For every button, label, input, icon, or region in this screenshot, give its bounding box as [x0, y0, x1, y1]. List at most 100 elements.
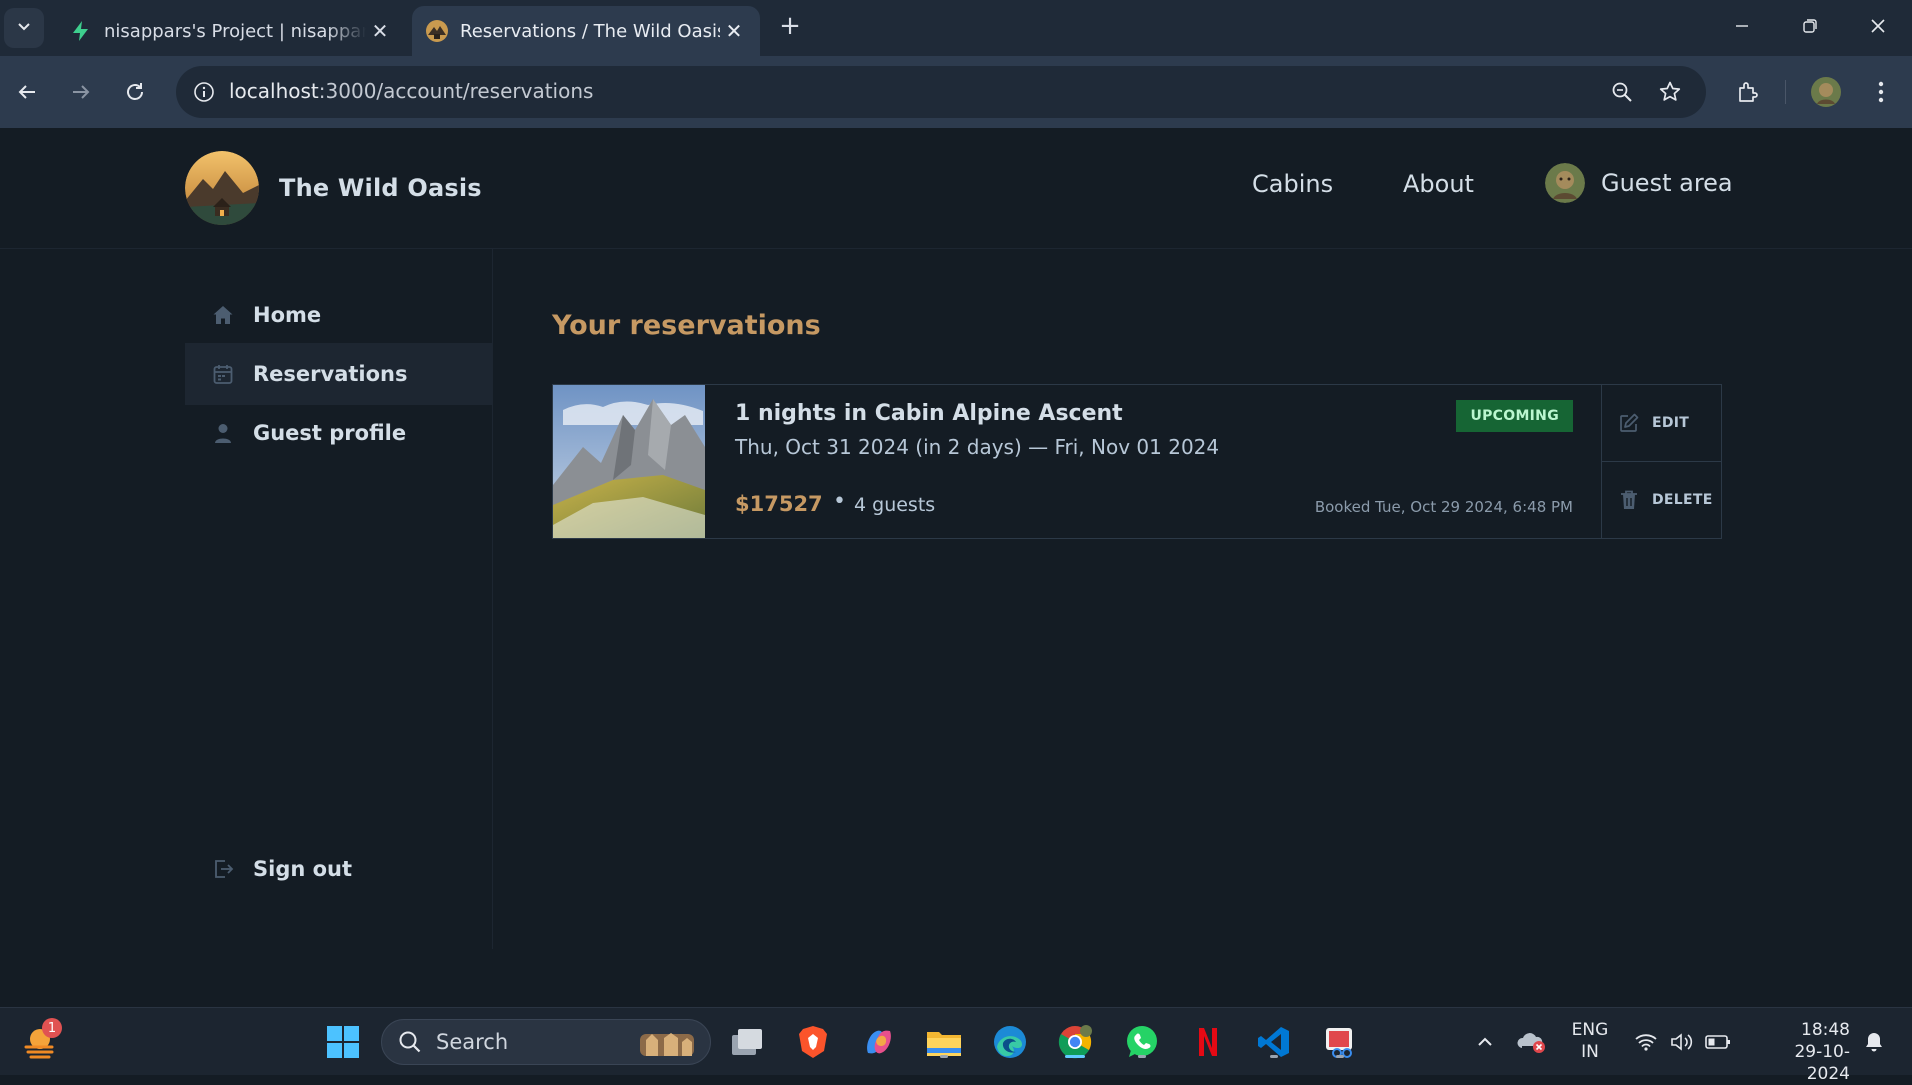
address-bar[interactable]: localhost:3000/account/reservations [176, 66, 1706, 118]
page-title: Your reservations [552, 310, 821, 341]
running-indicator [940, 1055, 948, 1058]
language-indicator[interactable]: ENG [1568, 1019, 1612, 1041]
notification-badge: 1 [42, 1018, 62, 1038]
guest-avatar [1545, 163, 1585, 203]
brand-name: The Wild Oasis [279, 174, 482, 202]
nav-about-link[interactable]: About [1403, 170, 1474, 198]
brand-link[interactable]: The Wild Oasis [185, 151, 482, 225]
sign-out-label: Sign out [253, 857, 353, 881]
reload-button[interactable] [115, 72, 155, 112]
minimize-button[interactable] [1708, 0, 1776, 52]
site-info-icon[interactable] [186, 74, 222, 110]
reservation-details: 1 nights in Cabin Alpine Ascent Thu, Oct… [705, 385, 1602, 538]
reservation-dates: Thu, Oct 31 2024 (in 2 days) — Fri, Nov … [735, 435, 1220, 459]
page-content: The Wild Oasis Cabins About Guest area H… [0, 128, 1912, 1007]
forward-button[interactable] [61, 72, 101, 112]
close-icon[interactable]: ✕ [720, 17, 748, 45]
restore-button[interactable] [1776, 0, 1844, 52]
tab-search-button[interactable] [4, 8, 44, 48]
home-icon [211, 303, 235, 327]
tab-reservations[interactable]: Reservations / The Wild Oasis ✕ [412, 6, 760, 56]
url-text[interactable]: localhost:3000/account/reservations [229, 79, 593, 103]
clock-date: 29-10-2024 [1794, 1042, 1850, 1084]
running-indicator [1270, 1055, 1278, 1058]
bookmark-star-icon[interactable] [1654, 76, 1686, 108]
url-path: :3000/account/reservations [318, 79, 594, 103]
wild-oasis-logo [185, 151, 259, 225]
profile-avatar[interactable] [1806, 72, 1846, 112]
tab-supabase-project[interactable]: nisappars's Project | nisappars's ✕ [56, 6, 406, 56]
browser-toolbar: localhost:3000/account/reservations [0, 56, 1912, 128]
sidebar-item-reservations[interactable]: Reservations [185, 343, 493, 405]
running-indicator [1065, 1055, 1085, 1058]
nav-guest-area-label: Guest area [1601, 169, 1733, 197]
running-indicator [1336, 1055, 1344, 1058]
url-host: localhost [229, 79, 319, 103]
browser-tabstrip: nisappars's Project | nisappars's ✕ Rese… [0, 0, 1912, 56]
running-indicator [1138, 1055, 1146, 1058]
close-window-button[interactable] [1844, 0, 1912, 52]
reservation-price: $17527 [735, 492, 823, 516]
sidebar-item-label: Reservations [253, 362, 408, 386]
nav-guest-area-link[interactable]: Guest area [1545, 163, 1733, 203]
search-icon [398, 1030, 422, 1054]
toolbar-divider [1785, 80, 1786, 104]
zoom-icon[interactable] [1606, 76, 1638, 108]
browser-menu-icon[interactable] [1861, 72, 1901, 112]
onedrive-error-icon[interactable] [1511, 1022, 1551, 1062]
copilot-icon[interactable] [859, 1022, 899, 1062]
sidebar-item-home[interactable]: Home [185, 284, 493, 346]
brave-browser-icon[interactable] [793, 1022, 833, 1062]
sign-out-button[interactable]: Sign out [185, 838, 493, 900]
vscode-icon[interactable] [1254, 1022, 1294, 1062]
search-highlight-art [636, 1026, 698, 1060]
pencil-square-icon [1618, 412, 1640, 434]
netflix-icon[interactable] [1188, 1022, 1228, 1062]
extensions-icon[interactable] [1728, 72, 1768, 112]
edge-browser-icon[interactable] [990, 1022, 1030, 1062]
close-icon[interactable]: ✕ [366, 17, 394, 45]
calendar-icon [211, 362, 235, 386]
tab-title: Reservations / The Wild Oasis [460, 20, 720, 42]
reservation-title: 1 nights in Cabin Alpine Ascent [735, 401, 1123, 426]
cabin-image [553, 385, 705, 538]
sign-out-icon [211, 857, 235, 881]
separator-dot: • [833, 489, 846, 514]
notification-bell-icon[interactable] [1854, 1022, 1894, 1062]
clock-time[interactable]: 18:48 [1752, 1019, 1850, 1041]
task-view-icon[interactable] [727, 1022, 767, 1062]
wifi-icon[interactable] [1626, 1022, 1666, 1062]
taskbar-search-box[interactable]: Search [381, 1019, 711, 1065]
reservation-card: 1 nights in Cabin Alpine Ascent Thu, Oct… [552, 384, 1722, 539]
volume-icon[interactable] [1662, 1022, 1702, 1062]
delete-button[interactable]: DELETE [1602, 461, 1721, 538]
region-indicator: IN [1581, 1042, 1599, 1062]
nav-cabins-link[interactable]: Cabins [1252, 170, 1333, 198]
reservation-actions: EDIT DELETE [1602, 385, 1721, 538]
wild-oasis-logo-icon [426, 20, 448, 42]
trash-icon [1618, 489, 1640, 511]
battery-icon[interactable] [1698, 1022, 1738, 1062]
sidebar-item-guest-profile[interactable]: Guest profile [185, 402, 493, 464]
supabase-icon [70, 20, 92, 42]
windows-taskbar: 1 Search ENG IN 18:48 29-10-2024 [0, 1007, 1912, 1084]
search-placeholder: Search [436, 1030, 509, 1054]
reservation-guests: 4 guests [854, 494, 936, 516]
chrome-browser-icon[interactable] [1055, 1022, 1095, 1062]
chevron-up-icon[interactable] [1465, 1022, 1505, 1062]
back-button[interactable] [7, 72, 47, 112]
account-sidebar: Home Reservations Guest profile Sign out [185, 249, 493, 949]
edit-button[interactable]: EDIT [1602, 385, 1721, 461]
site-header: The Wild Oasis Cabins About Guest area [0, 128, 1912, 249]
snipping-tool-icon[interactable] [1320, 1022, 1360, 1062]
status-badge: UPCOMING [1456, 400, 1573, 432]
delete-label: DELETE [1652, 492, 1713, 508]
start-button[interactable] [323, 1022, 363, 1062]
user-icon [211, 421, 235, 445]
chevron-down-icon [16, 18, 32, 38]
new-tab-button[interactable]: + [774, 10, 806, 42]
sidebar-item-label: Home [253, 303, 322, 327]
whatsapp-icon[interactable] [1122, 1022, 1162, 1062]
tab-title: nisappars's Project | nisappars's [104, 20, 366, 42]
file-explorer-icon[interactable] [924, 1022, 964, 1062]
